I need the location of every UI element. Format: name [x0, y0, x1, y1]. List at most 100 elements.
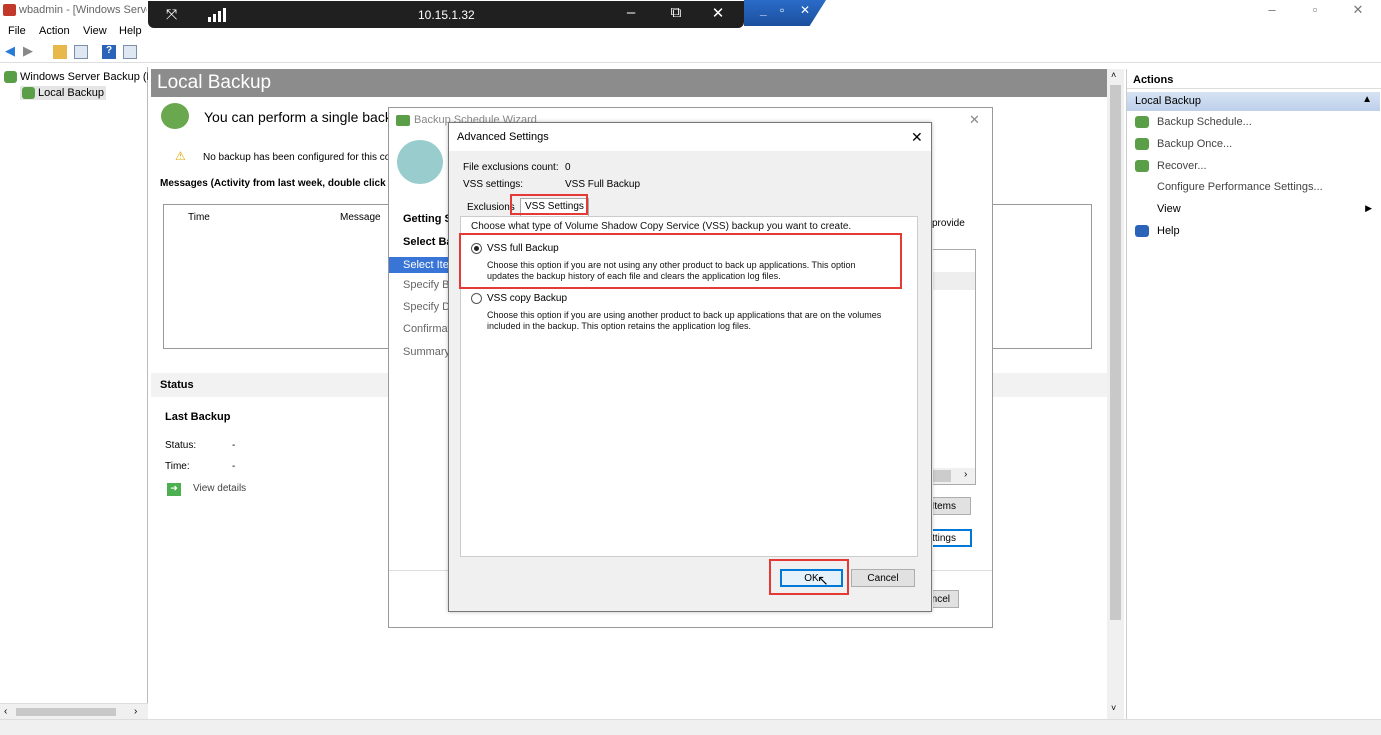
forward-arrow-icon[interactable]: ▶ [23, 43, 37, 58]
wizard-add-items-button[interactable]: Add Items [933, 497, 971, 515]
wbadmin-app-icon [3, 4, 16, 16]
file-exclusions-label: File exclusions count: [463, 162, 559, 173]
menu-help[interactable]: Help [119, 25, 142, 37]
action-configure-performance[interactable]: Configure Performance Settings... [1157, 181, 1323, 193]
cancel-button[interactable]: Cancel [851, 569, 915, 587]
tree-local-backup-item[interactable]: Local Backup [20, 86, 107, 101]
backup-schedule-icon [1135, 116, 1149, 129]
vss-full-label[interactable]: VSS full Backup [487, 243, 559, 254]
wizard-step-config[interactable]: Select Backup Configuration [403, 236, 449, 248]
collapse-up-icon[interactable]: ▲ [1362, 94, 1372, 105]
action-recover[interactable]: Recover... [1135, 160, 1207, 173]
wizard-step-time[interactable]: Specify Backup Time [403, 279, 449, 291]
minimize-icon[interactable]: – [1257, 2, 1287, 17]
wizard-close-icon[interactable]: ✕ [969, 112, 980, 128]
tab-exclusions[interactable]: Exclusions [463, 200, 519, 216]
menu-view[interactable]: View [83, 25, 107, 37]
wizard-step-summary[interactable]: Summary [403, 346, 449, 358]
warning-text: No backup has been configured for this c… [203, 152, 388, 163]
tree-horizontal-scrollbar[interactable]: ‹ › [0, 703, 148, 719]
show-hide-tree-icon[interactable] [74, 45, 88, 59]
dialog-close-icon[interactable]: ✕ [911, 129, 923, 146]
menu-file[interactable]: File [8, 25, 26, 37]
show-hide-action-pane-icon[interactable] [123, 45, 137, 59]
actions-group-local-backup[interactable]: Local Backup ▲ [1127, 92, 1380, 111]
vss-copy-desc-1: Choose this option if you are using anot… [487, 310, 882, 320]
col-message-header[interactable]: Message [340, 212, 381, 223]
tree-root-label: Windows Server Backup (Local) [20, 71, 148, 83]
window-title: wbadmin - [Windows Server Backup (Local)… [19, 4, 147, 16]
wizard-step-destination[interactable]: Specify Destination Type [403, 301, 449, 313]
vss-copy-desc-2: included in the backup. This option reta… [487, 321, 752, 331]
back-arrow-icon[interactable]: ◀ [5, 43, 19, 58]
unpin-icon[interactable]: ⤧ [166, 6, 177, 23]
vss-settings-label: VSS settings: [463, 179, 524, 190]
inner-restore-icon[interactable]: ▫ [780, 3, 784, 17]
actions-group-label: Local Backup [1135, 95, 1202, 107]
action-help[interactable]: Help [1135, 225, 1180, 238]
scroll-up-icon[interactable]: ˄ [1111, 70, 1116, 80]
wizard-right-text: provide [932, 218, 965, 229]
submenu-arrow-icon: ▶ [1365, 203, 1372, 213]
remote-ip-address: 10.15.1.32 [418, 8, 475, 22]
wizard-items-list[interactable]: › [933, 249, 976, 485]
action-view[interactable]: View ▶ [1157, 203, 1372, 215]
view-details-link[interactable]: View details [193, 483, 246, 494]
vss-full-desc-2: updates the backup history of each file … [487, 271, 781, 281]
menu-bar: File Action View Help [0, 22, 1381, 41]
vscroll-thumb[interactable] [1110, 85, 1121, 620]
console-tree: Windows Server Backup (Local) Local Back… [0, 67, 148, 719]
backup-once-icon [1135, 138, 1149, 151]
recover-icon [1135, 160, 1149, 173]
scrollbar-thumb[interactable] [16, 708, 116, 716]
wizard-header-icon [397, 140, 443, 184]
mouse-cursor-icon: ↖ [817, 572, 829, 588]
scroll-right-icon[interactable]: › [134, 706, 137, 717]
inner-minimize-icon[interactable]: _ [760, 3, 767, 17]
center-header: Local Backup [151, 69, 1107, 97]
list-scroll-right-icon[interactable]: › [964, 469, 967, 480]
wizard-advanced-settings-button[interactable]: Advanced Settings [933, 529, 972, 547]
wizard-cancel-button[interactable]: Cancel [933, 590, 959, 608]
vss-copy-label[interactable]: VSS copy Backup [487, 293, 567, 304]
scroll-left-icon[interactable]: ‹ [4, 706, 7, 717]
local-backup-icon [22, 87, 35, 100]
center-vertical-scrollbar[interactable]: ˄ ˅ [1107, 69, 1124, 719]
vss-instruction: Choose what type of Volume Shadow Copy S… [471, 221, 852, 232]
wizard-step-items[interactable]: Select Items for Backup [389, 257, 449, 273]
action-backup-schedule[interactable]: Backup Schedule... [1135, 116, 1252, 129]
up-folder-icon[interactable] [53, 45, 67, 59]
menu-action[interactable]: Action [39, 25, 70, 37]
close-icon[interactable]: ✕ [1343, 2, 1373, 18]
tab-vss-settings[interactable]: VSS Settings [520, 198, 589, 217]
action-backup-once[interactable]: Backup Once... [1135, 138, 1232, 151]
signal-strength-icon[interactable] [208, 8, 228, 22]
wizard-step-confirmation[interactable]: Confirmation [403, 323, 449, 335]
help-book-icon [1135, 225, 1149, 238]
file-exclusions-value: 0 [565, 162, 571, 173]
vss-settings-panel: Choose what type of Volume Shadow Copy S… [460, 216, 918, 557]
help-icon[interactable]: ? [102, 45, 116, 59]
restore-icon[interactable]: ▫ [1300, 2, 1330, 17]
backup-hero-icon [161, 103, 189, 129]
tree-root-item[interactable]: Windows Server Backup (Local) [4, 71, 148, 84]
toolbar: ◀ ▶ ? [0, 41, 1381, 63]
remote-restore-button[interactable]: ⧉ [664, 4, 688, 21]
remote-close-button[interactable]: ✕ [706, 4, 730, 22]
vss-copy-radio[interactable] [471, 293, 482, 304]
tree-child-label: Local Backup [38, 87, 105, 99]
status-bar [0, 719, 1381, 735]
wizard-step-getting-started[interactable]: Getting Started [403, 213, 449, 225]
intro-text: You can perform a single backup or sched… [204, 109, 388, 125]
inner-close-icon[interactable]: ✕ [800, 3, 810, 17]
advanced-settings-dialog: Advanced Settings ✕ File exclusions coun… [448, 122, 932, 612]
col-time-header[interactable]: Time [188, 212, 210, 223]
wizard-icon [396, 115, 410, 126]
scroll-down-icon[interactable]: ˅ [1111, 703, 1116, 713]
last-backup-heading: Last Backup [165, 411, 231, 423]
ok-button[interactable]: OK [780, 569, 843, 587]
vss-full-radio[interactable] [471, 243, 482, 254]
view-details-icon[interactable]: ➜ [167, 483, 181, 496]
remote-minimize-button[interactable]: – [619, 4, 643, 21]
actions-pane: Actions Local Backup ▲ Backup Schedule..… [1126, 69, 1381, 719]
